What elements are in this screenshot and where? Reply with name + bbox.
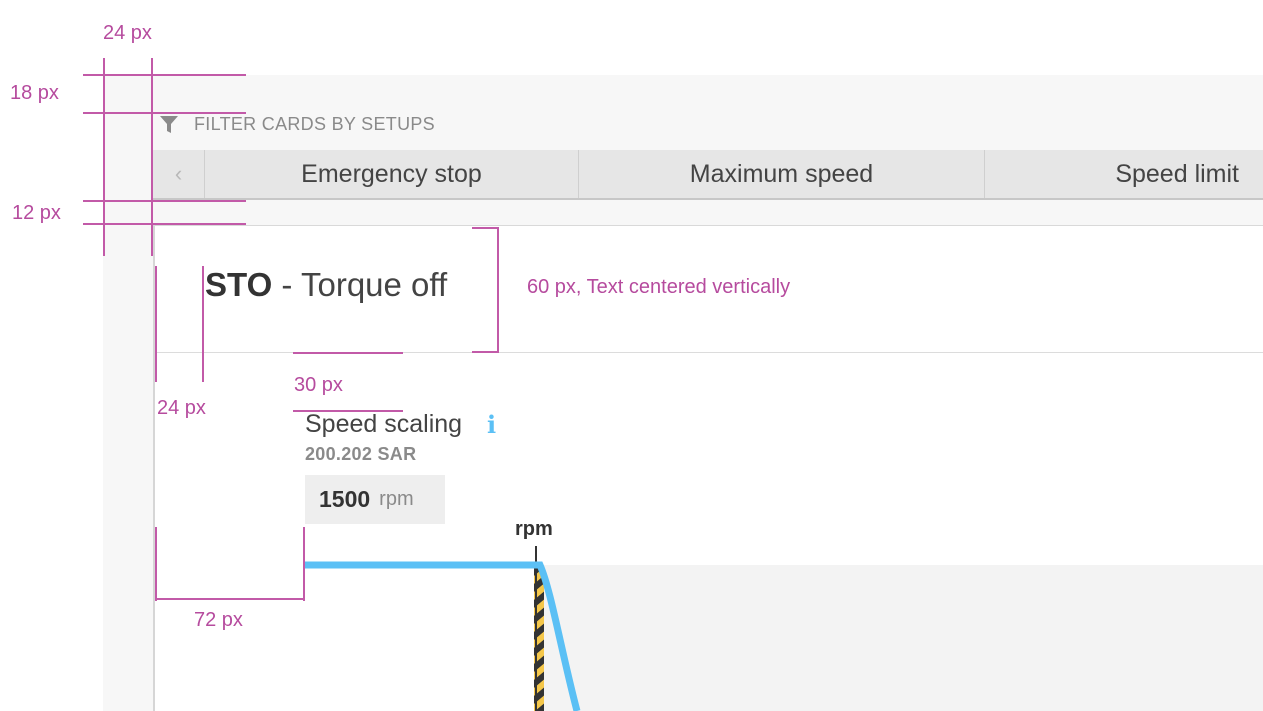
card-title-text: - Torque off xyxy=(272,266,448,303)
annotation-60px: 60 px, Text centered vertically xyxy=(527,276,791,298)
chart-axis-label: rpm xyxy=(515,518,553,540)
chart-plot-area xyxy=(541,565,1263,711)
redline-72-left xyxy=(155,527,157,601)
annotation-24px-top: 24 px xyxy=(103,22,152,44)
redline-filter-top xyxy=(83,112,246,114)
info-icon[interactable]: i xyxy=(487,410,496,439)
redline-top-panel xyxy=(83,74,246,76)
card-title: STO - Torque off xyxy=(205,266,447,304)
annotation-30px: 30 px xyxy=(294,374,343,396)
redline-60-side xyxy=(497,227,499,353)
redline-72-bottom xyxy=(155,598,305,600)
annotation-12px: 12 px xyxy=(12,202,61,224)
redline-60-top xyxy=(472,227,499,229)
speed-scaling-field[interactable]: 1500 rpm xyxy=(305,475,445,524)
annotation-24px-card: 24 px xyxy=(157,397,206,419)
annotation-72px: 72 px xyxy=(194,609,243,631)
card-title-abbr: STO xyxy=(205,266,273,303)
redline-30-bottom xyxy=(293,410,403,412)
chevron-left-icon[interactable]: ‹ xyxy=(153,150,205,198)
speed-scaling-label: Speed scaling xyxy=(305,410,463,438)
tab-maximum-speed[interactable]: Maximum speed xyxy=(579,150,985,198)
redline-60-bottom xyxy=(472,351,499,353)
speed-scaling-sublabel: 200.202 SAR xyxy=(305,444,417,464)
tab-emergency-stop[interactable]: Emergency stop xyxy=(205,150,579,198)
funnel-icon xyxy=(160,116,178,133)
redline-tabs-bottom xyxy=(83,200,246,202)
redline-card-pad-left xyxy=(155,266,157,382)
redline-card-top xyxy=(83,223,246,225)
redline-30-top xyxy=(293,352,403,354)
speed-scaling-value: 1500 xyxy=(319,486,371,512)
redline-left-inner xyxy=(151,58,153,256)
redline-72-right xyxy=(303,527,305,601)
speed-scaling-unit: rpm xyxy=(379,488,414,510)
tab-speed-limit[interactable]: Speed limit xyxy=(985,150,1263,198)
redline-left-outer xyxy=(103,58,105,256)
redline-card-pad-right xyxy=(202,266,204,382)
filter-label: FILTER CARDS BY SETUPS xyxy=(194,114,435,134)
annotation-18px: 18 px xyxy=(10,82,59,104)
